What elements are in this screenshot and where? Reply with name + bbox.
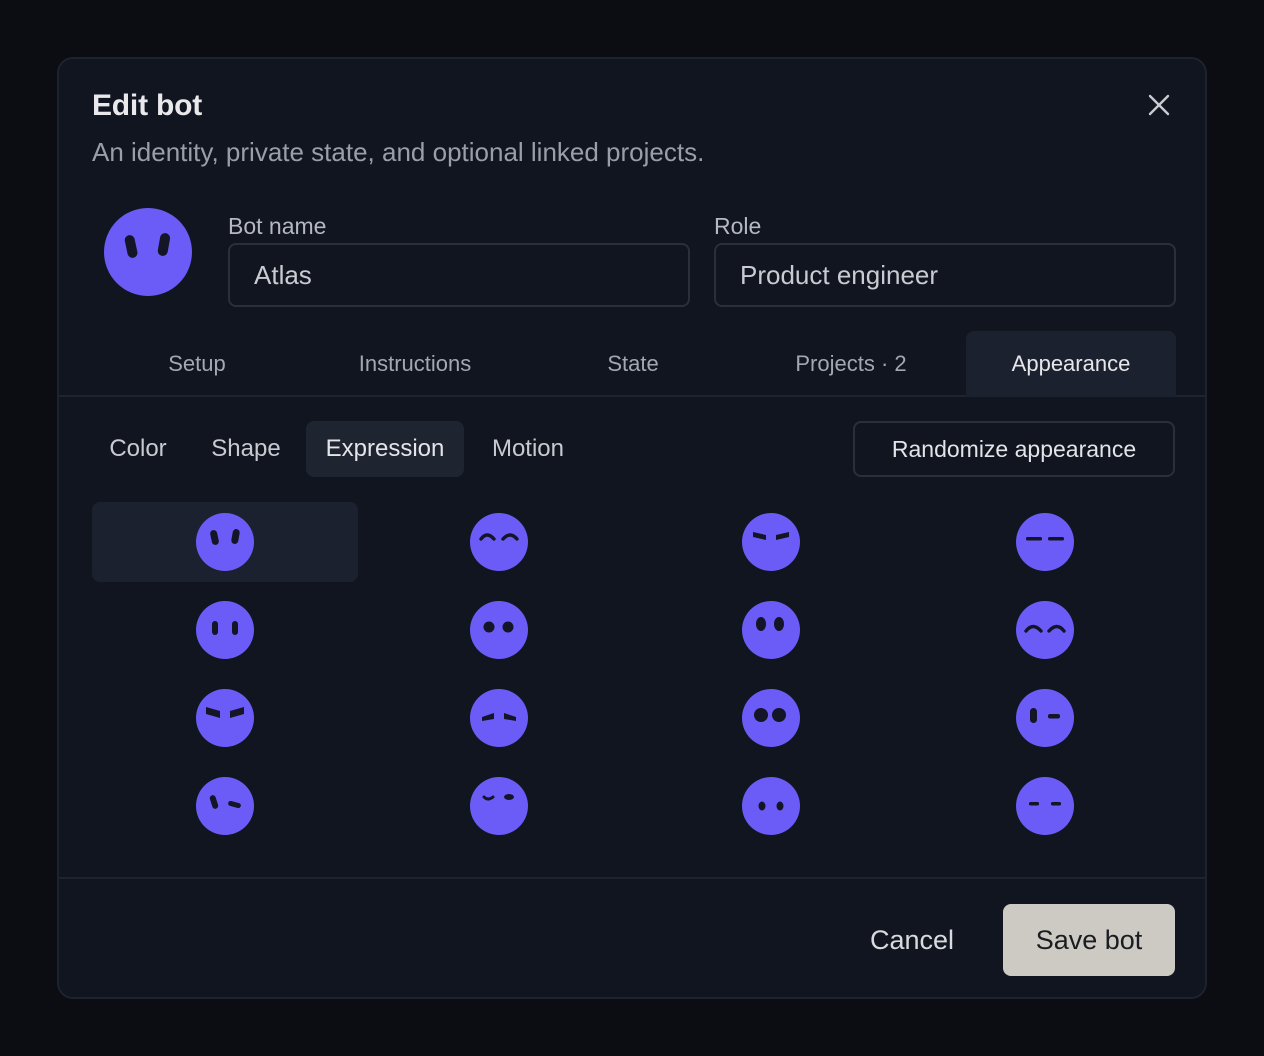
close-icon [1148, 94, 1170, 116]
worried-slant-face-icon [470, 689, 528, 747]
expression-option-14[interactable] [366, 766, 632, 846]
subtab-expression[interactable]: Expression [306, 421, 464, 477]
expression-option-9[interactable] [92, 678, 358, 758]
footer-divider [59, 877, 1205, 879]
expression-option-16[interactable] [912, 766, 1178, 846]
dialog-title: Edit bot [92, 89, 203, 122]
subtab-color[interactable]: Color [92, 421, 184, 477]
bot-name-label: Bot name [228, 213, 327, 239]
angry-brows-face-icon [742, 513, 800, 571]
bot-avatar [104, 208, 192, 296]
sleepy-face-icon [470, 777, 528, 835]
close-button[interactable] [1143, 89, 1175, 121]
small-dots-face-icon [742, 777, 800, 835]
expression-option-5[interactable] [92, 590, 358, 670]
expression-option-4[interactable] [912, 502, 1178, 582]
save-bot-button[interactable]: Save bot [1003, 904, 1175, 976]
expression-option-3[interactable] [638, 502, 904, 582]
short-dashes-face-icon [1016, 777, 1074, 835]
role-input[interactable]: Product engineer [714, 243, 1176, 307]
subtab-shape[interactable]: Shape [196, 421, 296, 477]
subtab-motion[interactable]: Motion [474, 421, 582, 477]
angry-slant-face-icon [196, 689, 254, 747]
happy-arcs-face-icon [1016, 601, 1074, 659]
expression-option-2[interactable] [366, 502, 632, 582]
expression-option-7[interactable] [638, 590, 904, 670]
expression-option-15[interactable] [638, 766, 904, 846]
happy-arcs-face-icon [470, 513, 528, 571]
sly-wink-face-icon [196, 777, 254, 835]
tab-state[interactable]: State [528, 331, 738, 397]
upright-eyes-face-icon [196, 601, 254, 659]
tab-appearance[interactable]: Appearance [966, 331, 1176, 397]
expression-option-8[interactable] [912, 590, 1178, 670]
round-eyes-face-icon [470, 601, 528, 659]
tab-bar: Setup Instructions State Projects · 2 Ap… [59, 331, 1205, 397]
tab-setup[interactable]: Setup [92, 331, 302, 397]
edit-bot-dialog: Edit bot An identity, private state, and… [57, 57, 1207, 999]
dialog-subtitle: An identity, private state, and optional… [92, 137, 705, 167]
expression-option-10[interactable] [366, 678, 632, 758]
bot-name-input[interactable]: Atlas [228, 243, 690, 307]
tilted-eyes-face-icon [196, 513, 254, 571]
flat-lines-face-icon [1016, 513, 1074, 571]
role-label: Role [714, 213, 762, 239]
expression-option-13[interactable] [92, 766, 358, 846]
expression-option-12[interactable] [912, 678, 1178, 758]
expression-option-1[interactable] [92, 502, 358, 582]
tab-instructions[interactable]: Instructions [310, 331, 520, 397]
randomize-appearance-button[interactable]: Randomize appearance [853, 421, 1175, 477]
wink-face-icon [1016, 689, 1074, 747]
oval-eyes-face-icon [742, 601, 800, 659]
cancel-button[interactable]: Cancel [849, 904, 975, 976]
expression-option-11[interactable] [638, 678, 904, 758]
big-round-eyes-face-icon [742, 689, 800, 747]
tab-projects[interactable]: Projects · 2 [746, 331, 956, 397]
expression-option-6[interactable] [366, 590, 632, 670]
